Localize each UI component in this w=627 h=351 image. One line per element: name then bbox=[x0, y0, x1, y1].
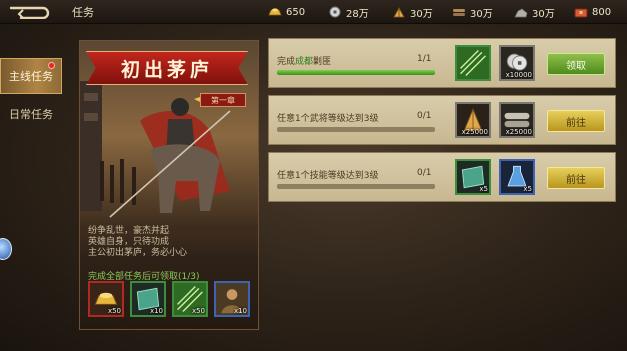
tab-daily-quests[interactable]: 日常任务 bbox=[0, 96, 62, 132]
tab-main-quests[interactable]: 主线任务 bbox=[0, 58, 62, 94]
quest-progress-bar bbox=[277, 184, 435, 189]
item-qty: x10 bbox=[233, 307, 247, 315]
quest-title-text: 剿匪 bbox=[313, 57, 332, 67]
silver-coin-icon bbox=[329, 6, 341, 18]
item-qty: x10000 bbox=[505, 71, 532, 79]
resource-gold: 650 bbox=[268, 0, 305, 24]
resource-chest: 800 bbox=[574, 0, 611, 24]
chapter-badge: 第一章 bbox=[200, 93, 246, 107]
quest-title: 完成成都剿匪 bbox=[277, 54, 331, 67]
item-qty: x5 bbox=[523, 185, 532, 193]
resource-value: 30万 bbox=[470, 8, 493, 20]
resource-wood: 30万 bbox=[452, 0, 493, 24]
story-line: 英雄自身，只待功成 bbox=[88, 237, 170, 247]
story-title: 初出茅庐 bbox=[86, 51, 248, 85]
resource-grain: 30万 bbox=[392, 0, 433, 24]
reward-item[interactable]: x50 bbox=[88, 281, 124, 317]
quest-rewards: x25000 x25000 bbox=[455, 102, 535, 138]
wood-icon bbox=[453, 9, 465, 16]
goto-button[interactable]: 前往 bbox=[547, 110, 605, 132]
quest-title-text: 完成 bbox=[277, 57, 296, 67]
chapter-rewards: x50 x10 x50 x10 bbox=[88, 281, 250, 317]
quest-row: 完成成都剿匪 1/1 x10000 领取 bbox=[268, 38, 616, 88]
notification-dot bbox=[48, 62, 55, 69]
item-qty: x50 bbox=[191, 307, 205, 315]
quest-rewards: x5 x5 bbox=[455, 159, 535, 195]
back-button[interactable] bbox=[0, 0, 62, 24]
reward-item[interactable]: x5 bbox=[455, 159, 491, 195]
story-line: 主公初出茅庐，务必小心 bbox=[88, 248, 188, 258]
reward-item[interactable] bbox=[455, 45, 491, 81]
quest-title-text: 任意1个技能等级达到3级 bbox=[277, 171, 379, 181]
back-arrow-icon bbox=[9, 6, 50, 19]
goto-button[interactable]: 前往 bbox=[547, 167, 605, 189]
quest-progress-fill bbox=[277, 70, 435, 75]
reward-item[interactable]: x10 bbox=[214, 281, 250, 317]
item-qty: x25000 bbox=[505, 128, 532, 136]
gold-ingot-icon bbox=[268, 8, 282, 16]
reward-item[interactable]: x10000 bbox=[499, 45, 535, 81]
side-bubble-icon[interactable] bbox=[0, 238, 12, 260]
grain-icon bbox=[393, 7, 405, 18]
quest-rewards: x10000 bbox=[455, 45, 535, 81]
resource-value: 28万 bbox=[346, 8, 369, 20]
reward-item[interactable]: x10 bbox=[130, 281, 166, 317]
reward-item[interactable]: x25000 bbox=[499, 102, 535, 138]
reward-item[interactable]: x25000 bbox=[455, 102, 491, 138]
resource-value: 650 bbox=[286, 6, 306, 18]
story-line: 纷争乱世，豪杰并起 bbox=[88, 226, 170, 236]
quest-progress-bar bbox=[277, 127, 435, 132]
quest-title: 任意1个技能等级达到3级 bbox=[277, 168, 378, 181]
tab-label: 日常任务 bbox=[9, 108, 53, 121]
item-qty: x10 bbox=[149, 307, 163, 315]
resource-silver: 28万 bbox=[328, 0, 369, 24]
item-qty: x5 bbox=[479, 185, 488, 193]
quest-progress: 0/1 bbox=[417, 111, 432, 121]
resource-stone: 30万 bbox=[514, 0, 555, 24]
arrows-icon bbox=[457, 47, 489, 79]
reward-item[interactable]: x50 bbox=[172, 281, 208, 317]
item-qty: x50 bbox=[107, 307, 121, 315]
quest-progress: 0/1 bbox=[417, 168, 432, 178]
quest-progress: 1/1 bbox=[417, 54, 432, 64]
story-description: 纷争乱世，豪杰并起 英雄自身，只待功成 主公初出茅庐，务必小心 bbox=[88, 226, 248, 259]
tab-label: 主线任务 bbox=[9, 70, 53, 83]
resource-value: 800 bbox=[592, 6, 612, 18]
quest-title: 任意1个武将等级达到3级 bbox=[277, 111, 378, 124]
reward-item[interactable]: x5 bbox=[499, 159, 535, 195]
item-qty: x25000 bbox=[461, 128, 488, 136]
treasure-chest-icon bbox=[574, 8, 588, 18]
quest-row: 任意1个武将等级达到3级 0/1 x25000 x25000 前往 bbox=[268, 95, 616, 145]
quest-title-text: 任意1个武将等级达到3级 bbox=[277, 114, 379, 124]
stone-icon bbox=[514, 8, 528, 18]
resource-value: 30万 bbox=[410, 8, 433, 20]
quest-progress-bar bbox=[277, 70, 435, 75]
page-title: 任务 bbox=[72, 5, 94, 19]
quest-row: 任意1个技能等级达到3级 0/1 x5 x5 前往 bbox=[268, 152, 616, 202]
quest-title-highlight: 成都 bbox=[295, 57, 314, 67]
story-card: 初出茅庐 第一章 纷争乱世，豪杰并起 英雄自身，只待功成 主公初出茅庐，务必小心… bbox=[79, 40, 259, 330]
resource-value: 30万 bbox=[532, 8, 555, 20]
top-bar: 任务 650 28万 30万 30万 30万 800 bbox=[0, 0, 627, 24]
claim-button[interactable]: 领取 bbox=[547, 53, 605, 75]
